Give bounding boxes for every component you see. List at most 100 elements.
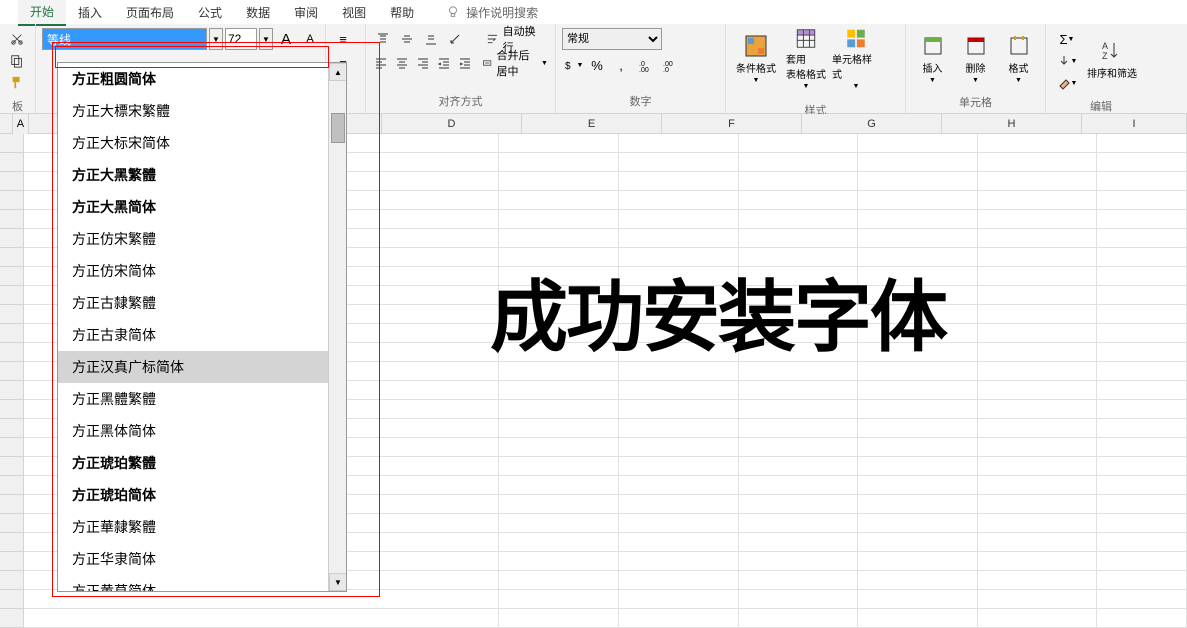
cell[interactable] bbox=[858, 514, 978, 533]
row-header[interactable] bbox=[0, 533, 24, 552]
cell[interactable] bbox=[1097, 248, 1187, 267]
cell[interactable] bbox=[858, 229, 978, 248]
cell[interactable] bbox=[739, 590, 859, 609]
cell[interactable] bbox=[320, 609, 499, 628]
cell[interactable] bbox=[1097, 362, 1187, 381]
cell[interactable] bbox=[858, 590, 978, 609]
cell[interactable] bbox=[1097, 134, 1187, 153]
cell[interactable] bbox=[499, 172, 619, 191]
row-header[interactable] bbox=[0, 324, 24, 343]
font-dropdown-item[interactable]: 方正汉真广标简体 bbox=[58, 351, 346, 383]
column-header[interactable]: I bbox=[1082, 114, 1187, 134]
cell[interactable] bbox=[1097, 286, 1187, 305]
cell[interactable] bbox=[1097, 381, 1187, 400]
autosum-button[interactable]: Σ▼ bbox=[1052, 28, 1082, 50]
cell[interactable] bbox=[499, 590, 619, 609]
font-dropdown-item[interactable]: 方正古隸繁體 bbox=[58, 287, 346, 319]
cell[interactable] bbox=[978, 552, 1098, 571]
cell[interactable] bbox=[619, 210, 739, 229]
row-header[interactable] bbox=[0, 153, 24, 172]
fill-button[interactable]: ▼ bbox=[1052, 50, 1082, 72]
cell[interactable] bbox=[619, 495, 739, 514]
cell[interactable] bbox=[1097, 343, 1187, 362]
cell[interactable] bbox=[739, 571, 859, 590]
copy-button[interactable] bbox=[6, 50, 28, 72]
cell[interactable] bbox=[978, 590, 1098, 609]
font-dropdown-item[interactable]: 方正仿宋简体 bbox=[58, 255, 346, 287]
dropdown-scrollbar[interactable]: ▲ ▼ bbox=[328, 63, 346, 591]
cell[interactable] bbox=[858, 438, 978, 457]
align-right-button[interactable] bbox=[414, 52, 433, 74]
row-header[interactable] bbox=[0, 248, 24, 267]
cell[interactable] bbox=[1097, 476, 1187, 495]
tell-me-search[interactable]: 操作说明搜索 bbox=[446, 4, 538, 21]
scroll-thumb[interactable] bbox=[331, 113, 345, 143]
cell[interactable] bbox=[739, 457, 859, 476]
cell[interactable] bbox=[858, 191, 978, 210]
cell[interactable] bbox=[499, 191, 619, 210]
tab-formula[interactable]: 公式 bbox=[186, 0, 234, 25]
cell[interactable] bbox=[499, 419, 619, 438]
font-dropdown-item[interactable]: 方正粗圆简体 bbox=[58, 63, 346, 95]
decrease-font-button[interactable]: A bbox=[299, 28, 321, 50]
cell[interactable] bbox=[1097, 590, 1187, 609]
cell[interactable] bbox=[858, 533, 978, 552]
cell[interactable] bbox=[739, 552, 859, 571]
cell[interactable] bbox=[1097, 267, 1187, 286]
cell[interactable] bbox=[978, 381, 1098, 400]
cell[interactable] bbox=[619, 571, 739, 590]
column-header[interactable]: H bbox=[942, 114, 1082, 134]
cell[interactable] bbox=[978, 533, 1098, 552]
align-bottom-button[interactable] bbox=[420, 28, 442, 50]
cut-button[interactable] bbox=[6, 28, 28, 50]
font-dropdown-item[interactable]: 方正黑體繁體 bbox=[58, 383, 346, 415]
row-header[interactable] bbox=[0, 476, 24, 495]
cell[interactable] bbox=[739, 381, 859, 400]
cell[interactable] bbox=[978, 305, 1098, 324]
cell[interactable] bbox=[499, 571, 619, 590]
cell[interactable] bbox=[739, 172, 859, 191]
cell[interactable] bbox=[619, 457, 739, 476]
cell[interactable] bbox=[619, 514, 739, 533]
decrease-decimal-button[interactable]: .00.0 bbox=[658, 54, 680, 76]
cell[interactable] bbox=[978, 438, 1098, 457]
align-btn-1[interactable]: ≡ bbox=[332, 28, 354, 50]
align-left-button[interactable] bbox=[372, 52, 391, 74]
align-center-button[interactable] bbox=[393, 52, 412, 74]
cell[interactable] bbox=[1097, 438, 1187, 457]
row-header[interactable] bbox=[0, 229, 24, 248]
decrease-indent-button[interactable] bbox=[434, 52, 453, 74]
tab-home[interactable]: 开始 bbox=[18, 0, 66, 26]
cell[interactable] bbox=[499, 229, 619, 248]
cell[interactable] bbox=[499, 533, 619, 552]
cell[interactable] bbox=[1097, 400, 1187, 419]
cell[interactable] bbox=[978, 134, 1098, 153]
cell[interactable] bbox=[739, 495, 859, 514]
row-header[interactable] bbox=[0, 343, 24, 362]
cell[interactable] bbox=[978, 210, 1098, 229]
font-dropdown-item[interactable]: 方正仿宋繁體 bbox=[58, 223, 346, 255]
cell[interactable] bbox=[1097, 552, 1187, 571]
row-header[interactable] bbox=[0, 514, 24, 533]
font-dropdown-item[interactable]: 方正琥珀简体 bbox=[58, 479, 346, 511]
cell[interactable] bbox=[1097, 172, 1187, 191]
cell[interactable] bbox=[619, 400, 739, 419]
insert-button[interactable]: 插入 ▼ bbox=[912, 28, 953, 90]
select-all-corner[interactable] bbox=[0, 114, 13, 134]
cell[interactable] bbox=[858, 134, 978, 153]
cell[interactable] bbox=[978, 495, 1098, 514]
cell[interactable] bbox=[1097, 495, 1187, 514]
column-header[interactable]: D bbox=[382, 114, 522, 134]
cell[interactable] bbox=[619, 153, 739, 172]
row-header[interactable] bbox=[0, 286, 24, 305]
cell[interactable] bbox=[739, 153, 859, 172]
row-header[interactable] bbox=[0, 210, 24, 229]
cell[interactable] bbox=[619, 590, 739, 609]
cell[interactable] bbox=[499, 153, 619, 172]
cell[interactable] bbox=[619, 476, 739, 495]
cell[interactable] bbox=[619, 191, 739, 210]
cell[interactable] bbox=[978, 267, 1098, 286]
cell[interactable] bbox=[858, 476, 978, 495]
font-name-dropdown[interactable]: ▼ bbox=[209, 28, 223, 50]
cell[interactable] bbox=[499, 552, 619, 571]
